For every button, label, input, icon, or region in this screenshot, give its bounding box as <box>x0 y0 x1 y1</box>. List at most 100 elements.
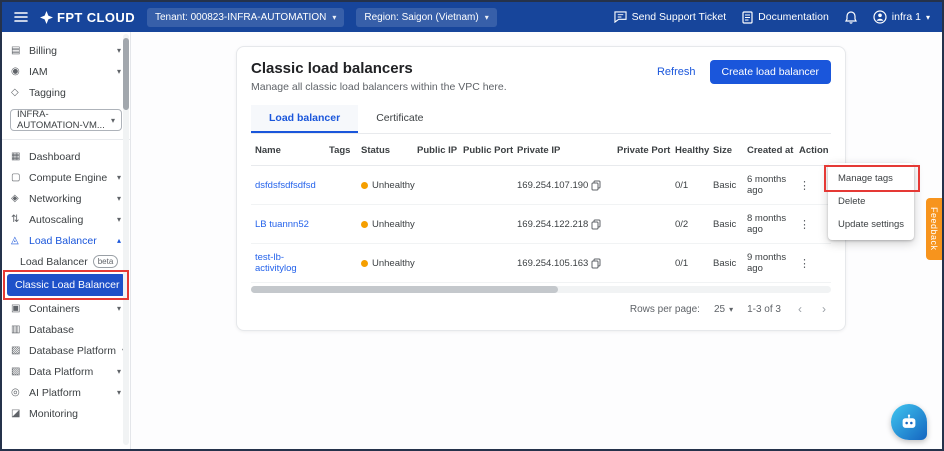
chevron-down-icon: ▾ <box>926 13 930 22</box>
col-public-port: Public Port <box>459 136 513 166</box>
healthy-value: 0/2 <box>671 205 709 244</box>
copy-icon[interactable] <box>591 258 601 269</box>
bell-icon <box>845 11 857 24</box>
previous-page-icon[interactable]: ‹ <box>795 302 805 316</box>
size-value: Basic <box>709 205 743 244</box>
load-balancer-table: Name Tags Status Public IP Public Port P… <box>251 136 831 283</box>
sidebar-item-load-balancer[interactable]: ◬ Load Balancer ▴ <box>2 230 130 251</box>
tab-certificate[interactable]: Certificate <box>358 105 441 133</box>
logo-text: FPT CLOUD <box>57 10 135 25</box>
vpc-selector-value: INFRA-AUTOMATION-VM... <box>17 109 107 131</box>
tenant-label: Tenant: 000823-INFRA-AUTOMATION <box>155 12 326 23</box>
user-menu[interactable]: infra 1 ▾ <box>873 10 930 24</box>
region-dropdown[interactable]: Region: Saigon (Vietnam) ▾ <box>356 8 496 27</box>
chevron-down-icon: ▾ <box>117 215 121 224</box>
table-row: LB tuannn52 Unhealthy 169.254.122.218 0/… <box>251 205 831 244</box>
sidebar-item-dashboard[interactable]: ▦ Dashboard <box>2 146 130 167</box>
feedback-tab[interactable]: Feedback <box>926 198 942 260</box>
page-subtitle: Manage all classic load balancers within… <box>251 81 507 93</box>
chevron-down-icon: ▾ <box>117 46 121 55</box>
private-ip-value: 169.254.122.218 <box>517 219 588 230</box>
scrollbar-thumb[interactable] <box>123 38 129 110</box>
rows-per-page-select[interactable]: 25 ▾ <box>714 304 733 315</box>
size-value: Basic <box>709 244 743 283</box>
user-avatar-icon <box>873 10 887 24</box>
documentation-button[interactable]: Documentation <box>742 11 829 24</box>
status-dot-unhealthy <box>361 221 368 228</box>
sidebar-item-billing[interactable]: ▤ Billing ▾ <box>2 40 130 61</box>
sidebar-scrollbar[interactable] <box>123 34 129 445</box>
ai-platform-icon: ◎ <box>11 387 23 398</box>
table-horizontal-scrollbar[interactable] <box>251 286 831 293</box>
copy-icon[interactable] <box>591 219 601 230</box>
copy-icon[interactable] <box>591 180 601 191</box>
chat-bubble-icon <box>614 11 627 23</box>
sidebar-item-data-platform[interactable]: ▧ Data Platform ▾ <box>2 361 130 382</box>
sidebar-item-tagging[interactable]: ◇ Tagging <box>2 82 130 103</box>
table-header-row: Name Tags Status Public IP Public Port P… <box>251 136 831 166</box>
table-row: test-lb-activitylog Unhealthy 169.254.10… <box>251 244 831 283</box>
sidebar-item-database-platform[interactable]: ▨ Database Platform ▾ <box>2 340 130 361</box>
sidebar: ▤ Billing ▾ ◉ IAM ▾ ◇ Tagging INFRA-AUTO… <box>2 32 131 449</box>
col-status: Status <box>357 136 413 166</box>
hamburger-menu-icon[interactable] <box>14 11 28 23</box>
menu-item-update-settings[interactable]: Update settings <box>828 213 914 236</box>
monitoring-icon: ◪ <box>11 408 23 419</box>
send-support-ticket-button[interactable]: Send Support Ticket <box>614 11 727 23</box>
tab-load-balancer[interactable]: Load balancer <box>251 105 358 133</box>
next-page-icon[interactable]: › <box>819 302 829 316</box>
menu-item-manage-tags[interactable]: Manage tags <box>828 167 914 190</box>
notifications-button[interactable] <box>845 11 857 24</box>
row-actions-menu-icon[interactable]: ⋮ <box>799 219 810 231</box>
row-actions-menu-icon[interactable]: ⋮ <box>799 180 810 192</box>
vpc-selector[interactable]: INFRA-AUTOMATION-VM... ▾ <box>10 109 122 131</box>
sidebar-item-database[interactable]: ▥ Database <box>2 319 130 340</box>
status-label: Unhealthy <box>372 219 415 230</box>
chevron-down-icon: ▾ <box>117 194 121 203</box>
sidebar-item-containers[interactable]: ▣ Containers ▾ <box>2 298 130 319</box>
rows-per-page-label: Rows per page: <box>630 304 700 315</box>
networking-icon: ◈ <box>11 193 23 204</box>
lb-name-link[interactable]: dsfdsfsdfsdfsd <box>255 180 316 191</box>
sidebar-item-compute-engine[interactable]: ▢ Compute Engine ▾ <box>2 167 130 188</box>
menu-item-delete[interactable]: Delete <box>828 190 914 213</box>
sidebar-subitem-load-balancer-beta[interactable]: Load Balancer beta <box>2 251 130 272</box>
beta-badge: beta <box>93 255 119 268</box>
sidebar-item-networking[interactable]: ◈ Networking ▾ <box>2 188 130 209</box>
page-title: Classic load balancers <box>251 60 507 77</box>
scrollbar-thumb[interactable] <box>251 286 558 293</box>
chevron-down-icon: ▾ <box>117 173 121 182</box>
col-tags: Tags <box>325 136 357 166</box>
database-icon: ▥ <box>11 324 23 335</box>
logo-star-icon <box>40 11 53 24</box>
chevron-down-icon: ▾ <box>332 13 336 22</box>
ai-assistant-button[interactable] <box>891 404 927 440</box>
sidebar-item-iam[interactable]: ◉ IAM ▾ <box>2 61 130 82</box>
dashboard-icon: ▦ <box>11 151 23 162</box>
pagination: Rows per page: 25 ▾ 1-3 of 3 ‹ › <box>251 293 831 320</box>
chevron-down-icon: ▾ <box>117 388 121 397</box>
lb-name-link[interactable]: LB tuannn52 <box>255 219 309 230</box>
topbar: FPT CLOUD Tenant: 000823-INFRA-AUTOMATIO… <box>2 2 942 32</box>
row-actions-menu-icon[interactable]: ⋮ <box>799 258 810 270</box>
sidebar-item-ai-platform[interactable]: ◎ AI Platform ▾ <box>2 382 130 403</box>
fpt-cloud-logo: FPT CLOUD <box>40 10 135 25</box>
app-window: FPT CLOUD Tenant: 000823-INFRA-AUTOMATIO… <box>0 0 944 451</box>
refresh-button[interactable]: Refresh <box>657 66 696 78</box>
lb-name-link[interactable]: test-lb-activitylog <box>255 252 297 274</box>
sidebar-item-autoscaling[interactable]: ⇅ Autoscaling ▾ <box>2 209 130 230</box>
compute-engine-icon: ▢ <box>11 172 23 183</box>
chevron-up-icon: ▴ <box>117 236 121 245</box>
iam-icon: ◉ <box>11 66 23 77</box>
chevron-down-icon: ▾ <box>729 305 733 314</box>
private-ip-value: 169.254.105.163 <box>517 258 588 269</box>
robot-icon <box>899 414 919 431</box>
tenant-dropdown[interactable]: Tenant: 000823-INFRA-AUTOMATION ▾ <box>147 8 344 27</box>
pagination-range: 1-3 of 3 <box>747 304 781 315</box>
row-actions-context-menu: Manage tags Delete Update settings <box>828 163 914 240</box>
create-load-balancer-button[interactable]: Create load balancer <box>710 60 831 84</box>
sidebar-item-monitoring[interactable]: ◪ Monitoring <box>2 403 130 424</box>
tag-icon: ◇ <box>11 87 23 98</box>
sidebar-subitem-classic-load-balancer[interactable]: Classic Load Balancer <box>7 274 125 296</box>
created-at-value: 8 months ago <box>743 205 795 244</box>
